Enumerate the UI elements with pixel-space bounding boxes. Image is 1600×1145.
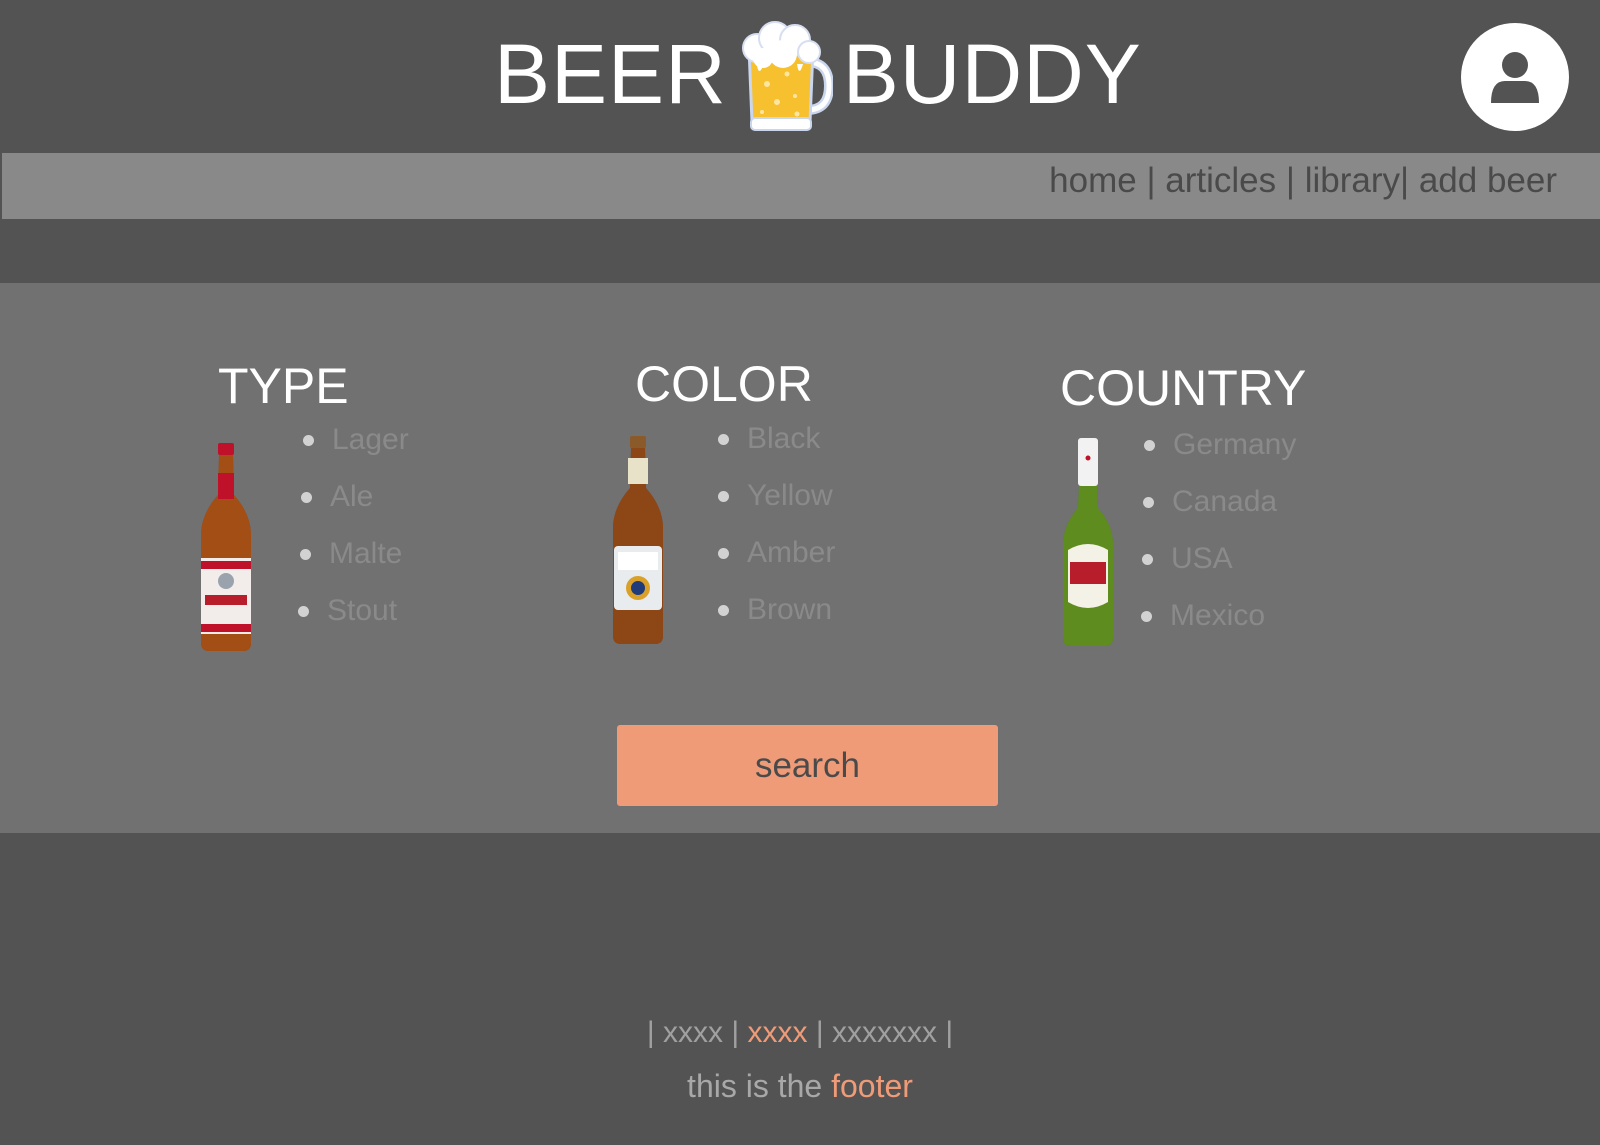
option-malte[interactable]: Malte [299, 537, 406, 594]
option-germany[interactable]: Germany [1143, 428, 1296, 485]
miller-lite-bottle-image [613, 436, 663, 644]
user-icon [1491, 52, 1539, 103]
beer-search-panel: TYPE Lager Ale Malte Stout COLOR Black Y… [0, 283, 1600, 833]
option-mexico[interactable]: Mexico [1140, 599, 1293, 656]
footer-links: | xxxx | xxxx | xxxxxxx | [646, 1016, 954, 1049]
navigation-bar: home | articles | library| add beer [2, 153, 1600, 219]
nav-separator-tight: | [1400, 161, 1419, 200]
logo-text-buddy: BUDDY [842, 27, 1142, 121]
nav-home[interactable]: home [1049, 161, 1137, 200]
option-usa[interactable]: USA [1141, 542, 1294, 599]
site-logo[interactable]: BEER BUDDY [494, 14, 1142, 134]
footer-link-3[interactable]: xxxxxxx [832, 1016, 937, 1049]
footer-link-1[interactable]: xxxx [663, 1016, 723, 1049]
nav-links: home | articles | library| add beer [1049, 161, 1557, 201]
color-options: Black Yellow Amber Brown [717, 422, 835, 650]
search-button[interactable]: search [617, 725, 998, 806]
option-black[interactable]: Black [717, 422, 835, 479]
nav-library[interactable]: library [1305, 161, 1400, 200]
page: BEER BUDDY home | articles | library| ad… [0, 0, 1600, 1145]
option-stout[interactable]: Stout [297, 594, 404, 651]
nav-separator: | [1136, 161, 1166, 200]
option-brown[interactable]: Brown [717, 593, 835, 650]
budweiser-bottle-image [201, 443, 251, 651]
option-lager[interactable]: Lager [302, 423, 409, 480]
type-options: Lager Ale Malte Stout [297, 423, 409, 651]
beer-mug-icon [741, 21, 833, 131]
country-options: Germany Canada USA Mexico [1140, 428, 1296, 656]
filter-country-title: COUNTRY [1060, 360, 1307, 416]
filter-color-title: COLOR [635, 356, 813, 412]
user-profile-button[interactable] [1461, 23, 1569, 131]
nav-articles[interactable]: articles [1165, 161, 1276, 200]
nav-add-beer[interactable]: add beer [1419, 161, 1557, 200]
option-yellow[interactable]: Yellow [717, 479, 835, 536]
footer-link-2[interactable]: xxxx [748, 1016, 808, 1049]
option-amber[interactable]: Amber [717, 536, 835, 593]
nav-separator: | [1276, 161, 1305, 200]
option-canada[interactable]: Canada [1142, 485, 1295, 542]
filter-type-title: TYPE [218, 358, 349, 414]
footer-accent-word: footer [831, 1068, 913, 1104]
stella-artois-bottle-image [1063, 438, 1113, 646]
site-header: BEER BUDDY [0, 0, 1600, 153]
option-ale[interactable]: Ale [300, 480, 407, 537]
footer-text: this is the footer [687, 1068, 913, 1104]
logo-text-beer: BEER [494, 27, 727, 121]
